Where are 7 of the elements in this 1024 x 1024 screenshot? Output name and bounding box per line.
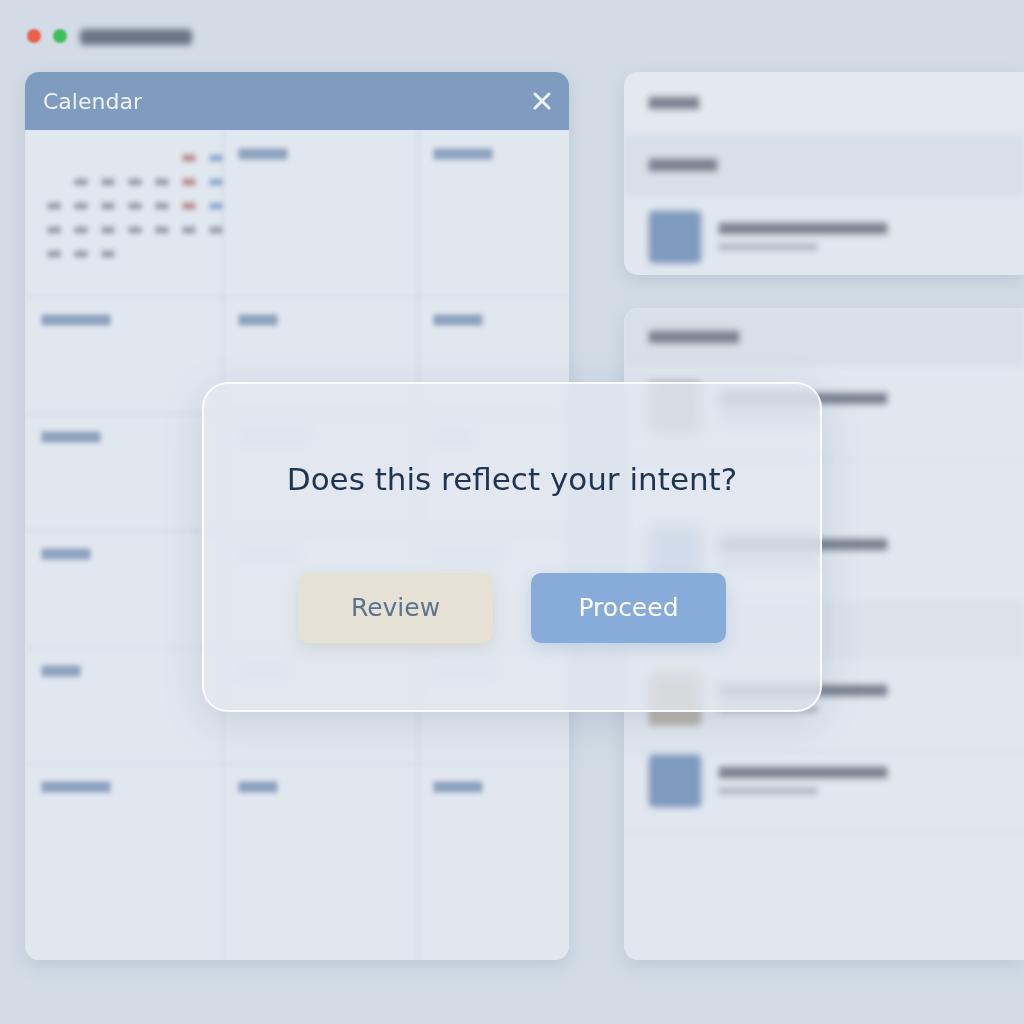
panel-title: Calendar bbox=[43, 87, 142, 116]
window-control-icon[interactable] bbox=[52, 28, 68, 44]
window-control-icon[interactable] bbox=[26, 28, 42, 44]
close-icon[interactable] bbox=[533, 92, 551, 110]
dialog-question: Does this reflect your intent? bbox=[286, 460, 738, 499]
review-button[interactable]: Review bbox=[298, 572, 493, 643]
proceed-button[interactable]: Proceed bbox=[531, 572, 726, 643]
